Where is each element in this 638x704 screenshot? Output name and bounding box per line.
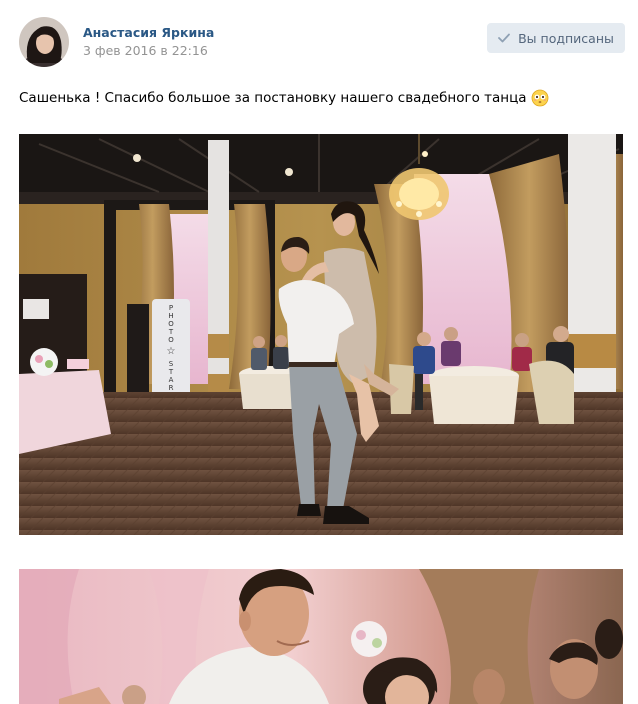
flushed-face-icon — [531, 89, 548, 107]
svg-text:T: T — [168, 328, 174, 336]
post-text: Сашенька ! Спасибо большое за постановку… — [19, 89, 549, 107]
svg-text:T: T — [168, 368, 174, 376]
svg-text:O: O — [168, 336, 174, 344]
post-text-content: Сашенька ! Спасибо большое за постановку… — [19, 90, 527, 106]
check-icon — [498, 33, 511, 43]
author-name-link[interactable]: Анастасия Яркина — [83, 25, 214, 40]
author-avatar[interactable] — [19, 17, 69, 67]
svg-text:R: R — [169, 384, 174, 392]
wall-post: Анастасия Яркина 3 фев 2016 в 22:16 Вы п… — [0, 0, 638, 704]
subscribed-button-label: Вы подписаны — [518, 30, 614, 46]
svg-text:H: H — [168, 312, 173, 320]
svg-text:A: A — [169, 376, 174, 384]
subscribed-button[interactable]: Вы подписаны — [487, 23, 625, 53]
svg-text:P: P — [169, 304, 173, 312]
post-photo-wedding-dance[interactable]: P H O T O ☆ S T A R — [19, 134, 623, 535]
post-photo-couple-closeup[interactable] — [19, 569, 623, 704]
svg-text:S: S — [169, 360, 174, 368]
svg-text:☆: ☆ — [167, 346, 176, 357]
svg-text:O: O — [168, 320, 174, 328]
post-date[interactable]: 3 фев 2016 в 22:16 — [83, 43, 208, 58]
